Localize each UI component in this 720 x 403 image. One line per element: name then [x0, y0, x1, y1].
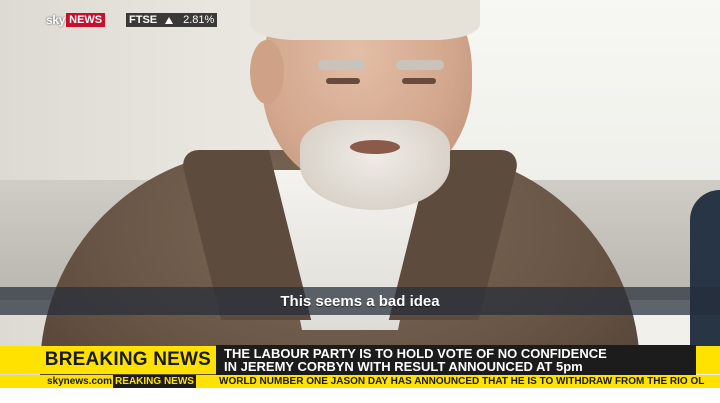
- speaker-mouth: [350, 140, 400, 154]
- breaking-news-label: BREAKING NEWS: [0, 346, 217, 374]
- news-ticker-text: WORLD NUMBER ONE JASON DAY HAS ANNOUNCED…: [219, 376, 705, 387]
- market-index-change: 2.81%: [183, 14, 215, 26]
- site-label: skynews.com REAKING NEWS: [46, 375, 196, 388]
- headline-box: THE LABOUR PARTY IS TO HOLD VOTE OF NO C…: [216, 345, 696, 375]
- subtitle-bar: This seems a bad idea: [0, 287, 720, 315]
- subtitle-text: This seems a bad idea: [280, 292, 440, 310]
- bottom-letterbox: [0, 388, 720, 403]
- website-url: skynews.com: [46, 375, 114, 388]
- background-person: [690, 190, 720, 350]
- market-index-badge: FTSE 2.81%: [126, 13, 217, 27]
- speaker-beard: [300, 120, 450, 210]
- speaker-brow-right: [396, 60, 444, 70]
- sky-news-logo: sky NEWS: [46, 13, 106, 27]
- up-triangle-icon: [165, 16, 174, 24]
- speaker-eye-right: [402, 78, 436, 84]
- section-tag: REAKING NEWS: [113, 375, 196, 388]
- market-index-name: FTSE: [129, 14, 158, 26]
- logo-news-text: NEWS: [66, 13, 106, 27]
- speaker-ear: [250, 40, 284, 104]
- speaker-brow-left: [318, 60, 366, 70]
- logo-sky-text: sky: [46, 13, 66, 27]
- headline-line-2: IN JEREMY CORBYN WITH RESULT ANNOUNCED A…: [224, 359, 583, 374]
- video-frame: [0, 0, 720, 403]
- news-ticker: WORLD NUMBER ONE JASON DAY HAS ANNOUNCED…: [217, 375, 720, 388]
- speaker-hair: [250, 0, 480, 40]
- speaker-eye-left: [326, 78, 360, 84]
